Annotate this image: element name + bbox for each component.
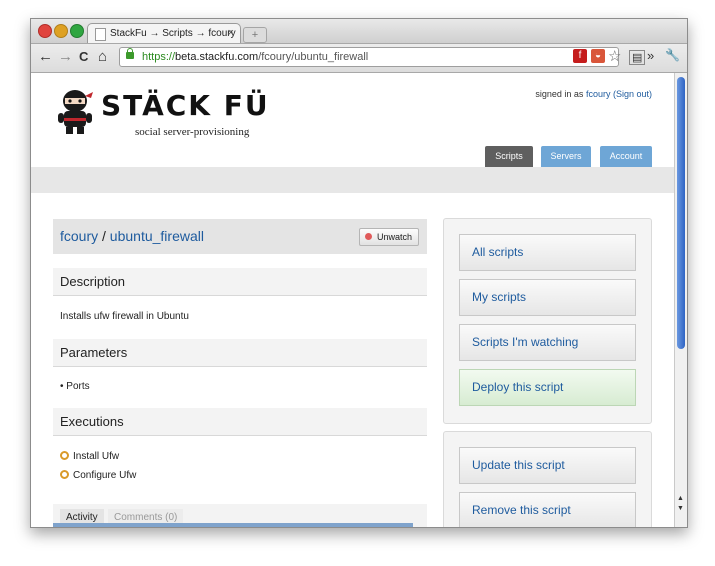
browser-tab[interactable]: StackFu → Scripts → fcoury × <box>87 23 241 43</box>
script-title-bar: fcoury / ubuntu_firewall Unwatch <box>53 219 427 254</box>
signed-in-label: signed in as <box>535 89 584 99</box>
url-host: beta.stackfu.com <box>175 51 259 63</box>
overflow-icon[interactable]: » <box>647 48 654 63</box>
execution-label[interactable]: Configure Ufw <box>73 470 136 481</box>
scripts-sidebar-panel: All scripts My scripts Scripts I'm watch… <box>443 218 652 424</box>
deploy-script-button[interactable]: Deploy this script <box>459 369 636 406</box>
bookmark-star-icon[interactable]: ☆ <box>608 47 621 65</box>
zoom-window-button[interactable] <box>70 24 84 38</box>
page-menu-icon[interactable]: ▤ <box>629 50 646 65</box>
flash-extension-icon[interactable]: f <box>573 49 587 63</box>
sign-out-link[interactable]: (Sign out) <box>613 89 652 99</box>
sidebar-item-my-scripts[interactable]: My scripts <box>459 279 636 316</box>
title-bar: StackFu → Scripts → fcoury × + <box>31 19 687 44</box>
site-header: STÄCK FÜ social server-provisioning sign… <box>31 73 674 167</box>
sidebar-item-watching[interactable]: Scripts I'm watching <box>459 324 636 361</box>
script-actions-panel: Update this script Remove this script <box>443 431 652 527</box>
forward-icon[interactable]: → <box>58 49 73 65</box>
page-title: fcoury / ubuntu_firewall <box>60 228 204 244</box>
close-window-button[interactable] <box>38 24 52 38</box>
script-owner-link[interactable]: fcoury <box>60 228 98 244</box>
parameter-item: • Ports <box>60 381 90 392</box>
title-separator: / <box>102 228 106 244</box>
unwatch-icon <box>364 233 372 240</box>
script-name-link[interactable]: ubuntu_firewall <box>110 228 204 244</box>
ninja-logo-icon[interactable] <box>55 87 95 135</box>
parameters-heading: Parameters <box>53 339 427 367</box>
back-icon[interactable]: ← <box>38 49 53 65</box>
execution-item[interactable]: Configure Ufw <box>60 470 136 481</box>
url-path: /fcoury/ubuntu_firewall <box>258 51 369 63</box>
page-icon <box>95 28 106 41</box>
unwatch-button[interactable]: Unwatch <box>358 228 419 246</box>
magnifier-icon <box>60 451 69 460</box>
subnav-bar <box>31 167 674 193</box>
tab-title: StackFu → Scripts → fcoury <box>110 28 236 39</box>
scroll-down-icon[interactable]: ▼ <box>677 505 684 512</box>
nav-tab-servers[interactable]: Servers <box>541 146 591 167</box>
username-link[interactable]: fcoury <box>586 89 611 99</box>
url-scheme: https:// <box>142 51 176 63</box>
execution-item[interactable]: Install Ufw <box>60 451 119 462</box>
lock-icon <box>126 48 134 59</box>
nav-tab-scripts[interactable]: Scripts <box>485 146 533 167</box>
execution-label[interactable]: Install Ufw <box>73 451 119 462</box>
tab-close-icon[interactable]: × <box>228 27 234 39</box>
cake-extension-icon[interactable]: ◒ <box>591 49 605 63</box>
web-page: STÄCK FÜ social server-provisioning sign… <box>31 73 674 527</box>
signed-in-status: signed in as fcoury (Sign out) <box>535 89 652 99</box>
executions-heading: Executions <box>53 408 427 436</box>
browser-toolbar: ← → C ⌂ https://beta.stackfu.com/fcoury/… <box>31 44 687 73</box>
reload-icon[interactable]: C <box>79 49 88 65</box>
home-icon[interactable]: ⌂ <box>98 49 107 65</box>
description-text: Installs ufw firewall in Ubuntu <box>60 311 189 322</box>
magnifier-icon <box>60 470 69 479</box>
vertical-scrollbar[interactable]: ▲ ▼ <box>674 73 687 527</box>
unwatch-label: Unwatch <box>376 232 412 242</box>
sidebar-item-all-scripts[interactable]: All scripts <box>459 234 636 271</box>
address-bar[interactable]: https://beta.stackfu.com/fcoury/ubuntu_f… <box>119 47 619 67</box>
activity-feed-cutoff <box>53 523 413 527</box>
minimize-window-button[interactable] <box>54 24 68 38</box>
scrollbar-thumb[interactable] <box>677 77 685 349</box>
new-tab-button[interactable]: + <box>243 27 267 43</box>
description-heading: Description <box>53 268 427 296</box>
remove-script-button[interactable]: Remove this script <box>459 492 636 527</box>
wrench-icon[interactable]: 🔧 <box>665 48 680 62</box>
site-logo[interactable]: STÄCK FÜ <box>101 89 270 122</box>
site-tagline: social server-provisioning <box>135 126 250 138</box>
scroll-up-icon[interactable]: ▲ <box>677 495 684 502</box>
update-script-button[interactable]: Update this script <box>459 447 636 484</box>
nav-tab-account[interactable]: Account <box>600 146 652 167</box>
browser-window: StackFu → Scripts → fcoury × + ← → C ⌂ h… <box>30 18 688 528</box>
